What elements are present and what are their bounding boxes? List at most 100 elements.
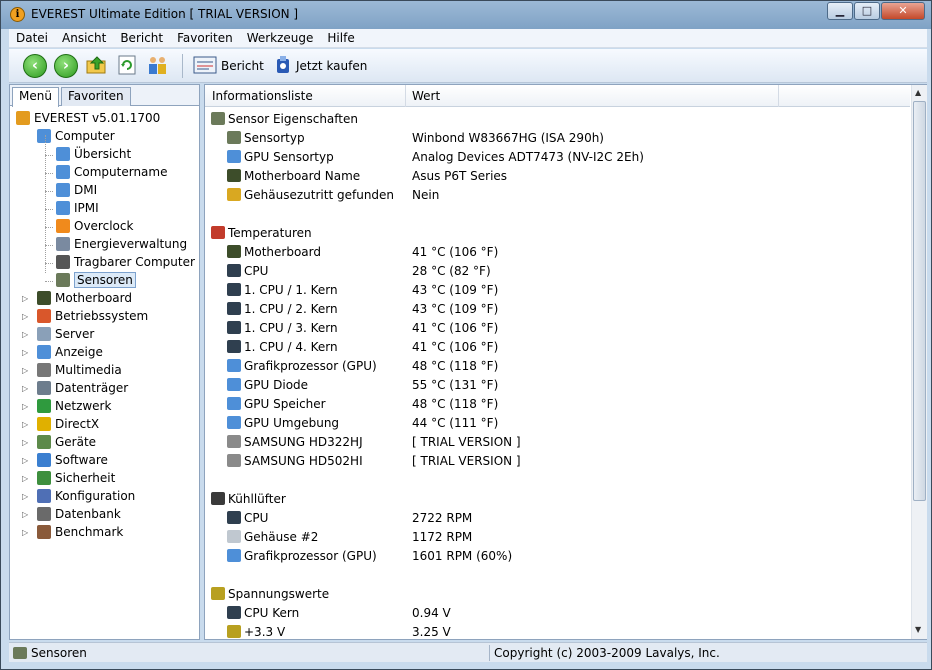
section-header[interactable]: Temperaturen bbox=[205, 224, 910, 243]
tree-item-overclock[interactable]: Overclock bbox=[56, 218, 133, 236]
row-label: Gehäusezutritt gefunden bbox=[244, 188, 395, 202]
report-icon[interactable] bbox=[193, 55, 217, 75]
tab-menu[interactable]: Menü bbox=[12, 87, 59, 107]
column-value[interactable]: Wert bbox=[412, 89, 440, 103]
info-row[interactable]: Sensortyp Winbond W83667HG (ISA 290h) bbox=[205, 129, 910, 148]
column-separator[interactable] bbox=[405, 85, 406, 107]
expand-icon[interactable]: ▷ bbox=[22, 290, 28, 307]
column-separator[interactable] bbox=[778, 85, 779, 107]
tree-item-tragbarer-computer[interactable]: Tragbarer Computer bbox=[56, 254, 195, 272]
tree-item-anzeige[interactable]: Anzeige bbox=[37, 344, 103, 362]
info-row[interactable]: 1. CPU / 1. Kern 43 °C (109 °F) bbox=[205, 281, 910, 300]
buy-now-button[interactable]: Jetzt kaufen bbox=[296, 59, 367, 73]
maximize-button[interactable]: □ bbox=[854, 2, 880, 20]
expand-icon[interactable]: ▷ bbox=[22, 344, 28, 361]
refresh-icon[interactable] bbox=[117, 55, 139, 75]
tree-item-sensoren[interactable]: Sensoren bbox=[56, 272, 136, 290]
menu-hilfe[interactable]: Hilfe bbox=[320, 29, 361, 45]
expand-icon[interactable]: ▷ bbox=[22, 524, 28, 541]
expand-icon[interactable]: ▷ bbox=[22, 398, 28, 415]
folder-up-icon[interactable] bbox=[86, 55, 108, 75]
tree-item-datenbank[interactable]: Datenbank bbox=[37, 506, 121, 524]
row-value: Analog Devices ADT7473 (NV-I2C 2Eh) bbox=[412, 150, 644, 164]
expand-icon[interactable]: ▷ bbox=[22, 506, 28, 523]
arrow-left-icon[interactable]: ‹ bbox=[23, 54, 47, 78]
tab-favorites[interactable]: Favoriten bbox=[61, 87, 131, 106]
tree-item-betriebssystem[interactable]: Betriebssystem bbox=[37, 308, 148, 326]
menu-werkzeuge[interactable]: Werkzeuge bbox=[240, 29, 321, 45]
info-row[interactable]: CPU 2722 RPM bbox=[205, 509, 910, 528]
tree-item-label: Geräte bbox=[55, 435, 97, 449]
section-header[interactable]: Spannungswerte bbox=[205, 585, 910, 604]
info-row[interactable]: SAMSUNG HD322HJ [ TRIAL VERSION ] bbox=[205, 433, 910, 452]
info-row[interactable]: GPU Umgebung 44 °C (111 °F) bbox=[205, 414, 910, 433]
tree-item-datenträger[interactable]: Datenträger bbox=[37, 380, 128, 398]
tree-connector bbox=[45, 263, 53, 264]
info-row[interactable]: CPU 28 °C (82 °F) bbox=[205, 262, 910, 281]
scroll-down-icon[interactable]: ▼ bbox=[915, 625, 921, 634]
info-row[interactable]: Gehäusezutritt gefunden Nein bbox=[205, 186, 910, 205]
info-row[interactable]: Motherboard 41 °C (106 °F) bbox=[205, 243, 910, 262]
cart-icon[interactable] bbox=[273, 55, 295, 75]
info-row[interactable]: Grafikprozessor (GPU) 48 °C (118 °F) bbox=[205, 357, 910, 376]
menu-datei[interactable]: Datei bbox=[9, 29, 55, 45]
server-icon bbox=[37, 327, 51, 341]
tree-item-computername[interactable]: Computername bbox=[56, 164, 167, 182]
report-button[interactable]: Bericht bbox=[221, 59, 264, 73]
info-row[interactable]: Grafikprozessor (GPU) 1601 RPM (60%) bbox=[205, 547, 910, 566]
expand-icon[interactable]: ▷ bbox=[22, 488, 28, 505]
expand-icon[interactable]: ▷ bbox=[22, 416, 28, 433]
row-value: 0.94 V bbox=[412, 606, 451, 620]
info-row[interactable]: CPU Kern 0.94 V bbox=[205, 604, 910, 623]
info-icon[interactable]: i bbox=[10, 7, 25, 22]
info-row[interactable]: +3.3 V 3.25 V bbox=[205, 623, 910, 642]
info-row[interactable]: 1. CPU / 3. Kern 41 °C (106 °F) bbox=[205, 319, 910, 338]
expand-icon[interactable]: ▷ bbox=[22, 326, 28, 343]
scroll-thumb[interactable] bbox=[913, 101, 926, 501]
minimize-button[interactable]: ▁ bbox=[827, 2, 853, 20]
tree-item-multimedia[interactable]: Multimedia bbox=[37, 362, 122, 380]
info-row[interactable]: Motherboard Name Asus P6T Series bbox=[205, 167, 910, 186]
tree-item-sicherheit[interactable]: Sicherheit bbox=[37, 470, 115, 488]
arrow-right-icon[interactable]: › bbox=[54, 54, 78, 78]
menu-bericht[interactable]: Bericht bbox=[113, 29, 170, 45]
menu-ansicht[interactable]: Ansicht bbox=[55, 29, 113, 45]
tree-item-dmi[interactable]: DMI bbox=[56, 182, 97, 200]
info-row[interactable]: 1. CPU / 2. Kern 43 °C (109 °F) bbox=[205, 300, 910, 319]
column-info-list[interactable]: Informationsliste bbox=[212, 89, 313, 103]
info-row[interactable]: SAMSUNG HD502HI [ TRIAL VERSION ] bbox=[205, 452, 910, 471]
row-label: 1. CPU / 4. Kern bbox=[244, 340, 338, 354]
tree-item-server[interactable]: Server bbox=[37, 326, 94, 344]
scroll-up-icon[interactable]: ▲ bbox=[915, 88, 921, 97]
tree-item-netzwerk[interactable]: Netzwerk bbox=[37, 398, 111, 416]
tree-item-energieverwaltung[interactable]: Energieverwaltung bbox=[56, 236, 187, 254]
tree-item-directx[interactable]: DirectX bbox=[37, 416, 99, 434]
section-header[interactable]: Sensor Eigenschaften bbox=[205, 110, 910, 129]
tree-item-übersicht[interactable]: Übersicht bbox=[56, 146, 131, 164]
expand-icon[interactable]: ▷ bbox=[22, 434, 28, 451]
expand-icon[interactable]: ▷ bbox=[22, 470, 28, 487]
section-header[interactable]: Kühllüfter bbox=[205, 490, 910, 509]
users-icon[interactable] bbox=[147, 55, 169, 75]
expand-icon[interactable]: ▷ bbox=[22, 452, 28, 469]
tree-item-everest-v5-01-1700[interactable]: EVEREST v5.01.1700 bbox=[16, 110, 160, 128]
title-bar[interactable]: i EVEREST Ultimate Edition [ TRIAL VERSI… bbox=[1, 1, 931, 29]
vertical-scrollbar[interactable]: ▲ ▼ bbox=[911, 85, 927, 639]
expand-icon[interactable]: ▷ bbox=[22, 380, 28, 397]
tree-item-software[interactable]: Software bbox=[37, 452, 108, 470]
info-row[interactable]: 1. CPU / 4. Kern 41 °C (106 °F) bbox=[205, 338, 910, 357]
tree-item-geräte[interactable]: Geräte bbox=[37, 434, 96, 452]
expand-icon[interactable]: ▷ bbox=[22, 308, 28, 325]
tree-item-ipmi[interactable]: IPMI bbox=[56, 200, 99, 218]
expand-icon[interactable]: ▷ bbox=[22, 362, 28, 379]
tree-item-konfiguration[interactable]: Konfiguration bbox=[37, 488, 135, 506]
info-row[interactable]: GPU Speicher 48 °C (118 °F) bbox=[205, 395, 910, 414]
tree-item-motherboard[interactable]: Motherboard bbox=[37, 290, 132, 308]
info-row[interactable]: Gehäuse #2 1172 RPM bbox=[205, 528, 910, 547]
menu-favoriten[interactable]: Favoriten bbox=[170, 29, 240, 45]
info-row[interactable]: GPU Diode 55 °C (131 °F) bbox=[205, 376, 910, 395]
tree-item-benchmark[interactable]: Benchmark bbox=[37, 524, 123, 542]
close-button[interactable]: ✕ bbox=[881, 2, 925, 20]
tree-item-computer[interactable]: Computer bbox=[37, 128, 115, 146]
info-row[interactable]: GPU Sensortyp Analog Devices ADT7473 (NV-… bbox=[205, 148, 910, 167]
